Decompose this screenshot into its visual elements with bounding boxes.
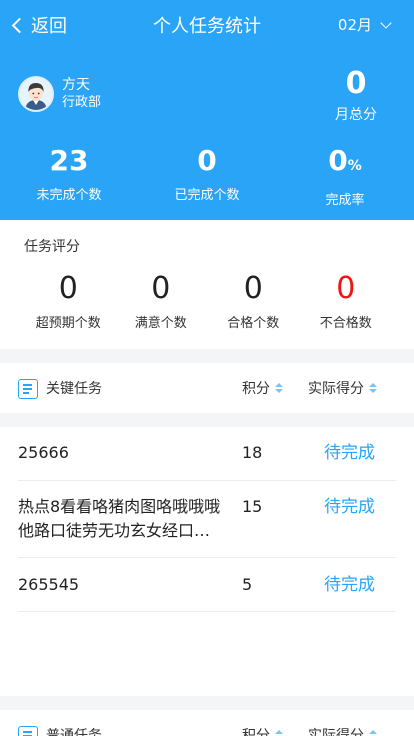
column-label: 积分 [242,381,270,397]
user-department: 行政部 [62,95,102,110]
month-selector[interactable]: 02月 [337,14,392,35]
stat-label: 未完成个数 [36,188,102,203]
sort-score-button[interactable]: 积分 [242,725,283,736]
eval-label: 超预期个数 [35,316,101,331]
header: 返回 个人任务统计 02月 方天 行政部 0 月总分 23 未完成个数 0 已完… [0,0,414,220]
sort-actual-score-button[interactable]: 实际得分 [308,378,377,398]
task-name-line: 他路口徒劳无功玄女经口… [18,521,211,540]
stat-unit: % [347,158,362,174]
month-total-score: 0 月总分 [335,66,377,124]
task-status[interactable]: 待完成 [324,441,375,465]
eval-exceed: 0 超预期个数 [22,271,115,332]
avatar [18,76,54,112]
eval-label: 满意个数 [134,316,187,331]
stat-label: 已完成个数 [174,188,240,203]
task-score: 15 [242,497,263,516]
eval-value: 0 [151,271,171,306]
list-icon [18,726,38,736]
month-label: 02月 [337,16,372,34]
sort-icon [369,383,377,393]
divider [0,349,414,363]
eval-value: 0 [336,271,356,306]
task-name-line: 热点8看看咯猪肉图咯哦哦哦 [18,497,221,516]
column-label: 实际得分 [308,728,364,736]
stat-unfinished: 23 未完成个数 [0,144,138,208]
divider [0,413,414,427]
key-task-list: 25666 18 待完成 热点8看看咯猪肉图咯哦哦哦 他路口徒劳无功玄女经口… … [0,427,414,612]
task-evaluation: 任务评分 0 超预期个数 0 满意个数 0 合格个数 0 不合格数 [0,220,414,349]
task-status[interactable]: 待完成 [324,495,375,519]
evaluation-heading: 任务评分 [24,239,80,255]
divider [0,696,414,710]
task-status[interactable]: 待完成 [324,573,375,597]
task-name: 热点8看看咯猪肉图咯哦哦哦 他路口徒劳无功玄女经口… [18,495,242,543]
sort-actual-score-button[interactable]: 实际得分 [308,725,377,736]
chevron-down-icon [380,16,392,29]
task-name: 25666 [18,443,69,462]
stat-value: 0 [197,144,217,177]
month-score-label: 月总分 [335,107,377,123]
stat-label: 完成率 [325,193,365,208]
key-tasks-header: 关键任务 积分 实际得分 [0,363,414,413]
stat-value: 0 [328,144,348,177]
eval-unqualified: 0 不合格数 [300,271,393,332]
eval-label: 合格个数 [227,316,280,331]
table-row[interactable]: 热点8看看咯猪肉图咯哦哦哦 他路口徒劳无功玄女经口… 15 待完成 [18,481,396,558]
eval-satisfied: 0 满意个数 [115,271,208,332]
section-title: 关键任务 [46,381,102,397]
eval-value: 0 [243,271,263,306]
task-stats: 23 未完成个数 0 已完成个数 0% 完成率 [0,144,414,208]
stat-value: 23 [49,144,89,177]
eval-label: 不合格数 [319,316,372,331]
list-spacer [0,612,414,696]
eval-value: 0 [58,271,78,306]
task-score: 18 [242,443,263,462]
user-profile: 方天 行政部 [18,76,101,112]
column-label: 积分 [242,728,270,736]
task-name: 265545 [18,575,80,594]
table-row[interactable]: 25666 18 待完成 [18,427,396,481]
task-score: 5 [242,575,253,594]
list-icon [18,379,38,399]
sort-icon [369,730,377,736]
month-score-value: 0 [345,66,367,101]
eval-qualified: 0 合格个数 [207,271,300,332]
table-row[interactable]: 265545 5 待完成 [18,558,396,612]
page: 返回 个人任务统计 02月 方天 行政部 0 月总分 23 未完成个数 0 已完… [0,0,414,736]
sort-icon [275,383,283,393]
nav-bar: 返回 个人任务统计 02月 [0,0,414,48]
sort-score-button[interactable]: 积分 [242,378,283,398]
user-name: 方天 [62,77,90,93]
section-title: 普通任务 [46,728,102,736]
stat-finished: 0 已完成个数 [138,144,276,208]
column-label: 实际得分 [308,381,364,397]
sort-icon [275,730,283,736]
stat-completion-rate: 0% 完成率 [276,144,414,208]
avatar-icon [20,78,52,110]
normal-tasks-header: 普通任务 积分 实际得分 [0,710,414,736]
